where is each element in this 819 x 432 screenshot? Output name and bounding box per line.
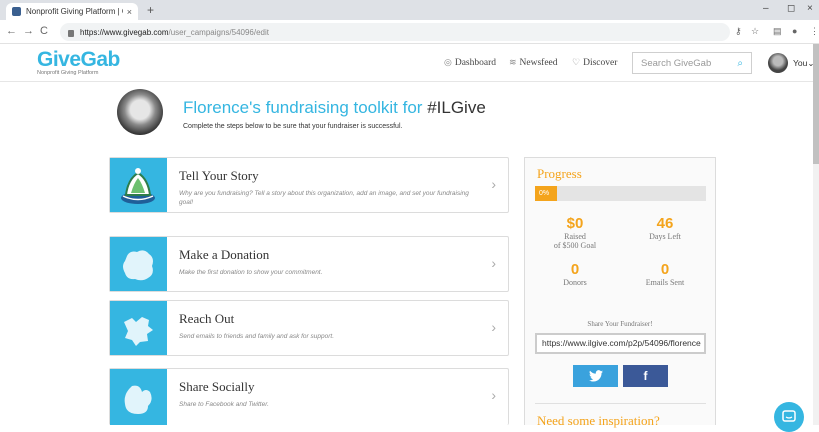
progress-title: Progress	[537, 166, 582, 181]
search-placeholder: Search GiveGab	[641, 57, 712, 69]
nav-dashboard[interactable]: ◎ Dashboard	[444, 57, 496, 68]
share-label: Share Your Fundraiser!	[587, 320, 653, 328]
browser-menu-icon[interactable]: ⋮	[810, 26, 819, 37]
twitter-share-button[interactable]	[573, 365, 618, 387]
step-description: Make the first donation to show your com…	[179, 269, 323, 276]
forward-button[interactable]: →	[23, 25, 34, 37]
donors-value: 0	[570, 261, 580, 278]
facebook-icon: f	[643, 369, 648, 383]
step-description: Send emails to friends and family and as…	[179, 333, 334, 340]
back-button[interactable]: ←	[6, 25, 17, 37]
step-make-a-donation[interactable]: Make a Donation Make the first donation …	[109, 236, 509, 292]
page-title: Florence's fundraising toolkit for #ILGi…	[183, 98, 486, 118]
tab-close-icon[interactable]: ×	[127, 7, 132, 17]
raised-value: $0	[566, 215, 584, 232]
step-share-socially[interactable]: Share Socially Share to Facebook and Twi…	[109, 368, 509, 425]
stat-raised: $0 Raised of $500 Goal	[535, 215, 615, 251]
inspiration-heading: Need some inspiration?	[537, 413, 660, 428]
user-menu[interactable]: You⌄	[793, 58, 814, 69]
browser-address-bar: ← → C https://www.givegab.com /user_camp…	[0, 20, 819, 44]
window-close-button[interactable]: ×	[807, 3, 813, 15]
progress-bar: 0%	[535, 186, 706, 201]
url-host: https://www.givegab.com	[80, 27, 169, 37]
lock-icon	[68, 29, 74, 37]
twitter-icon	[588, 370, 603, 382]
user-avatar[interactable]	[768, 53, 788, 73]
fundraiser-avatar	[117, 89, 163, 135]
new-tab-button[interactable]: +	[147, 3, 154, 17]
chevron-right-icon: ›	[491, 387, 496, 403]
page-subtitle: Complete the steps below to be sure that…	[183, 123, 403, 130]
step-title: Share Socially	[179, 379, 255, 394]
window-minimize-button[interactable]: –	[763, 3, 769, 15]
window-maximize-button[interactable]: ◻	[787, 3, 795, 15]
divider	[535, 403, 706, 404]
step-title: Make a Donation	[179, 247, 270, 262]
days-left-label: Days Left	[649, 232, 681, 241]
site-header: GiveGab Nonprofit Giving Platform ◎ Dash…	[0, 44, 819, 82]
givegab-logo[interactable]: GiveGab Nonprofit Giving Platform	[37, 48, 120, 77]
user-menu-label: You	[793, 58, 808, 68]
progress-card: Progress 0% $0 Raised of $500 Goal 46 Da…	[524, 157, 716, 428]
browser-tab[interactable]: Nonprofit Giving Platform | Give ×	[6, 3, 138, 20]
step-title: Tell Your Story	[179, 168, 259, 183]
logo-text: GiveGab	[37, 48, 120, 71]
profile-icon[interactable]: ●	[792, 26, 797, 37]
stat-emails-sent: 0 Emails Sent	[625, 261, 705, 288]
browser-tab-bar: Nonprofit Giving Platform | Give × + – ◻…	[0, 0, 819, 20]
chat-icon	[782, 410, 796, 422]
extension-icon[interactable]: ▤	[773, 26, 782, 37]
url-path: /user_campaigns/54096/edit	[168, 27, 269, 37]
chat-button[interactable]	[774, 402, 804, 432]
step-tell-your-story[interactable]: Tell Your Story Why are you fundraising?…	[109, 157, 509, 213]
progress-bar-fill: 0%	[535, 186, 557, 201]
share-url-field[interactable]: https://www.ilgive.com/p2p/54096/florenc…	[535, 333, 706, 354]
reach-out-icon	[110, 301, 167, 355]
newsfeed-icon: ≋	[509, 57, 517, 67]
bookmark-star-icon[interactable]: ☆	[751, 26, 759, 37]
step-reach-out[interactable]: Reach Out Send emails to friends and fam…	[109, 300, 509, 356]
site-favicon-icon	[12, 7, 21, 16]
emails-sent-label: Emails Sent	[645, 278, 685, 287]
search-input[interactable]: Search GiveGab ⌕	[632, 52, 752, 74]
chevron-right-icon: ›	[491, 255, 496, 271]
reload-button[interactable]: C	[40, 25, 48, 37]
key-icon[interactable]: ⚷	[735, 26, 742, 37]
share-icon	[110, 369, 167, 425]
facebook-share-button[interactable]: f	[623, 365, 668, 387]
stat-donors: 0 Donors	[535, 261, 615, 288]
search-icon[interactable]: ⌕	[737, 58, 743, 69]
chevron-right-icon: ›	[491, 176, 496, 192]
step-description: Share to Facebook and Twitter.	[179, 401, 269, 408]
step-title: Reach Out	[179, 311, 235, 326]
emails-sent-value: 0	[660, 261, 670, 278]
goal-label: of $500 Goal	[553, 241, 597, 250]
page-title-text: Florence's fundraising toolkit for	[183, 98, 428, 117]
nav-newsfeed[interactable]: ≋ Newsfeed	[509, 57, 558, 68]
location-pin-icon: ♡	[572, 57, 581, 67]
nav-newsfeed-label: Newsfeed	[519, 57, 558, 68]
nav-discover-label: Discover	[583, 57, 618, 68]
page-scrollbar[interactable]	[813, 44, 819, 425]
days-left-value: 46	[656, 215, 674, 232]
dashboard-icon: ◎	[444, 57, 452, 67]
step-description: Why are you fundraising? Tell a story ab…	[179, 190, 469, 206]
nav-dashboard-label: Dashboard	[454, 57, 497, 68]
stat-days-left: 46 Days Left	[625, 215, 705, 242]
donors-label: Donors	[563, 278, 587, 287]
scrollbar-thumb[interactable]	[813, 44, 819, 164]
tab-title: Nonprofit Giving Platform | Give	[26, 7, 123, 16]
raised-label: Raised	[564, 232, 586, 241]
page-title-hashtag: #ILGive	[427, 98, 486, 117]
nav-discover[interactable]: ♡ Discover	[572, 57, 617, 68]
story-icon	[110, 158, 167, 212]
url-field[interactable]: https://www.givegab.com /user_campaigns/…	[60, 23, 730, 41]
donation-icon	[110, 237, 167, 291]
chevron-right-icon: ›	[491, 319, 496, 335]
